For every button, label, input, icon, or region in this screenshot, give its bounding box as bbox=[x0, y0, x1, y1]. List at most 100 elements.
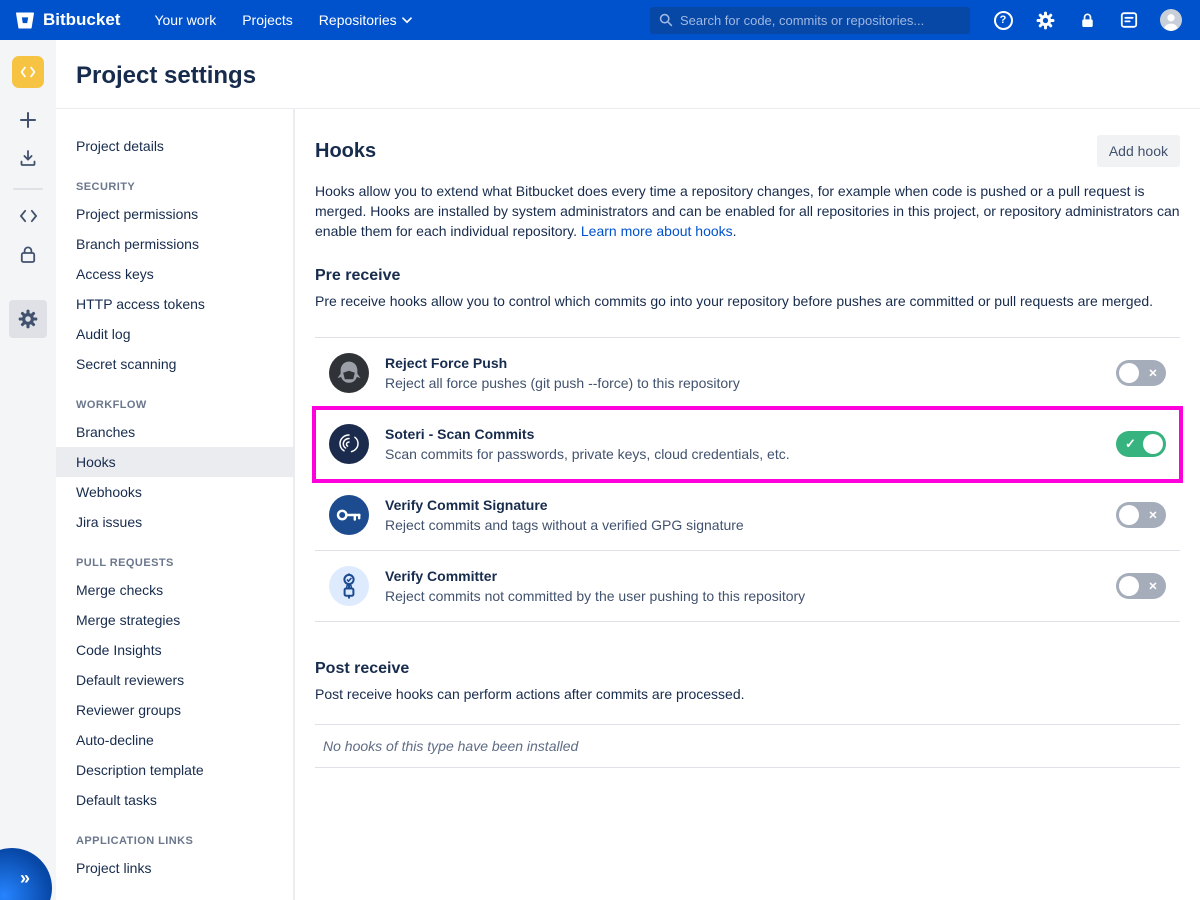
hook-toggle-off[interactable]: × bbox=[1116, 573, 1166, 599]
code-brackets-icon bbox=[20, 65, 36, 79]
plus-icon bbox=[19, 111, 37, 129]
hook-row-reject-force-push: Reject Force Push Reject all force pushe… bbox=[315, 338, 1180, 409]
sidebar-item-hooks[interactable]: Hooks bbox=[56, 447, 293, 477]
feedback-button[interactable] bbox=[1118, 9, 1140, 31]
security-button[interactable] bbox=[1076, 9, 1098, 31]
hooks-settings-panel: Hooks Add hook Hooks allow you to extend… bbox=[295, 109, 1200, 900]
sidebar-item-merge-checks[interactable]: Merge checks bbox=[56, 575, 293, 605]
gear-icon bbox=[1035, 10, 1056, 31]
hooks-heading: Hooks bbox=[315, 140, 376, 163]
brand-name: Bitbucket bbox=[43, 10, 120, 30]
nav-item-repositories[interactable]: Repositories bbox=[319, 12, 412, 28]
sidebar-item-secret-scanning[interactable]: Secret scanning bbox=[56, 349, 293, 379]
post-receive-empty-state: No hooks of this type have been installe… bbox=[315, 724, 1180, 768]
chevron-down-icon bbox=[402, 17, 412, 24]
profile-button[interactable] bbox=[1160, 9, 1182, 31]
code-search-button[interactable] bbox=[14, 202, 42, 230]
bitbucket-logo[interactable]: Bitbucket bbox=[14, 9, 120, 31]
help-button[interactable]: ? bbox=[992, 9, 1014, 31]
sidebar-item-description-template[interactable]: Description template bbox=[56, 755, 293, 785]
page: Project settings Project details SECURIT… bbox=[56, 40, 1200, 900]
gear-icon bbox=[17, 308, 39, 330]
soteri-swirl-icon bbox=[329, 424, 369, 464]
toggle-off-symbol: × bbox=[1149, 508, 1157, 522]
vader-icon bbox=[329, 353, 369, 393]
expand-chevrons-icon: » bbox=[20, 869, 30, 887]
sidebar-item-code-insights[interactable]: Code Insights bbox=[56, 635, 293, 665]
post-receive-description: Post receive hooks can perform actions a… bbox=[315, 684, 1180, 704]
hook-description: Reject commits not committed by the user… bbox=[385, 588, 805, 604]
import-button[interactable] bbox=[14, 144, 42, 172]
committer-check-lock-icon bbox=[329, 566, 369, 606]
sidebar-item-branches[interactable]: Branches bbox=[56, 417, 293, 447]
hook-toggle-on[interactable]: ✓ bbox=[1116, 431, 1166, 457]
add-hook-button[interactable]: Add hook bbox=[1097, 135, 1180, 167]
sidebar-section-pull-requests: PULL REQUESTS bbox=[76, 557, 273, 569]
post-receive-heading: Post receive bbox=[315, 660, 1180, 678]
expand-navigation-button[interactable]: » bbox=[0, 844, 56, 900]
settings-rail-button-selected[interactable] bbox=[9, 300, 47, 338]
feedback-icon bbox=[1119, 10, 1139, 30]
sidebar-item-http-access-tokens[interactable]: HTTP access tokens bbox=[56, 289, 293, 319]
sidebar-item-branch-permissions[interactable]: Branch permissions bbox=[56, 229, 293, 259]
toggle-knob bbox=[1119, 505, 1139, 525]
sidebar-item-default-reviewers[interactable]: Default reviewers bbox=[56, 665, 293, 695]
project-avatar[interactable] bbox=[12, 56, 44, 88]
sidebar-item-project-links[interactable]: Project links bbox=[56, 853, 293, 883]
rail-divider bbox=[13, 188, 43, 190]
hook-row-soteri-scan-commits: Soteri - Scan Commits Scan commits for p… bbox=[315, 409, 1180, 480]
create-button[interactable] bbox=[14, 106, 42, 134]
sidebar-item-project-details[interactable]: Project details bbox=[56, 131, 293, 161]
global-search[interactable] bbox=[650, 7, 970, 34]
pre-receive-hook-list: Reject Force Push Reject all force pushe… bbox=[315, 337, 1180, 622]
lock-icon bbox=[1078, 11, 1097, 30]
nav-item-your-work[interactable]: Your work bbox=[154, 12, 216, 28]
hook-toggle-off[interactable]: × bbox=[1116, 502, 1166, 528]
sidebar-item-access-keys[interactable]: Access keys bbox=[56, 259, 293, 289]
sidebar-item-default-tasks[interactable]: Default tasks bbox=[56, 785, 293, 815]
hook-description: Reject all force pushes (git push --forc… bbox=[385, 375, 740, 391]
hook-name: Verify Commit Signature bbox=[385, 497, 744, 513]
nav-item-projects[interactable]: Projects bbox=[242, 12, 293, 28]
sidebar-item-project-permissions[interactable]: Project permissions bbox=[56, 199, 293, 229]
code-icon bbox=[19, 208, 38, 224]
sidebar-item-reviewer-groups[interactable]: Reviewer groups bbox=[56, 695, 293, 725]
settings-sidebar: Project details SECURITY Project permiss… bbox=[56, 109, 295, 900]
security-rail-button[interactable] bbox=[14, 240, 42, 268]
topnav-icons: ? bbox=[992, 9, 1182, 31]
learn-more-link[interactable]: Learn more about hooks bbox=[581, 223, 733, 239]
help-icon: ? bbox=[994, 11, 1013, 30]
sidebar-item-audit-log[interactable]: Audit log bbox=[56, 319, 293, 349]
hook-toggle-off[interactable]: × bbox=[1116, 360, 1166, 386]
sidebar-item-merge-strategies[interactable]: Merge strategies bbox=[56, 605, 293, 635]
pre-receive-heading: Pre receive bbox=[315, 267, 1180, 285]
hook-name: Soteri - Scan Commits bbox=[385, 426, 790, 442]
sidebar-section-workflow: WORKFLOW bbox=[76, 399, 273, 411]
hook-description: Reject commits and tags without a verifi… bbox=[385, 517, 744, 533]
hook-row-verify-commit-signature: Verify Commit Signature Reject commits a… bbox=[315, 480, 1180, 551]
search-input[interactable] bbox=[680, 13, 961, 28]
page-header: Project settings bbox=[56, 40, 1200, 109]
sidebar-item-jira-issues[interactable]: Jira issues bbox=[56, 507, 293, 537]
nav-item-repositories-label: Repositories bbox=[319, 12, 397, 28]
app-rail: » bbox=[0, 40, 56, 900]
hook-description: Scan commits for passwords, private keys… bbox=[385, 446, 790, 462]
sidebar-item-webhooks[interactable]: Webhooks bbox=[56, 477, 293, 507]
hooks-intro-suffix: . bbox=[733, 223, 737, 239]
hook-name: Verify Committer bbox=[385, 568, 805, 584]
pre-receive-description: Pre receive hooks allow you to control w… bbox=[315, 291, 1180, 311]
bitbucket-bucket-icon bbox=[14, 9, 36, 31]
hook-row-verify-committer: Verify Committer Reject commits not comm… bbox=[315, 551, 1180, 622]
toggle-knob bbox=[1119, 363, 1139, 383]
toggle-off-symbol: × bbox=[1149, 366, 1157, 380]
admin-settings-button[interactable] bbox=[1034, 9, 1056, 31]
lock-icon bbox=[19, 245, 37, 264]
sidebar-item-auto-decline[interactable]: Auto-decline bbox=[56, 725, 293, 755]
hooks-intro-text: Hooks allow you to extend what Bitbucket… bbox=[315, 183, 1180, 239]
toggle-off-symbol: × bbox=[1149, 579, 1157, 593]
toggle-knob bbox=[1119, 576, 1139, 596]
avatar bbox=[1160, 8, 1182, 32]
key-icon bbox=[329, 495, 369, 535]
sidebar-section-application-links: APPLICATION LINKS bbox=[76, 835, 273, 847]
hook-name: Reject Force Push bbox=[385, 355, 740, 371]
